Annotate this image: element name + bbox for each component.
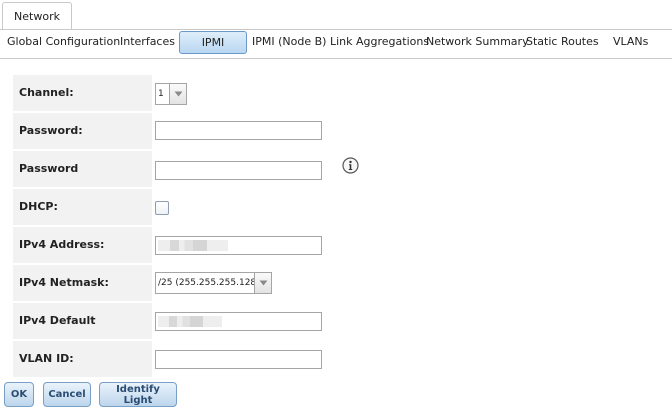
sub-tab-bar: Global Configuration Interfaces IPMI IPM… <box>0 30 672 59</box>
password-confirmation-label: Password confirmation: <box>13 151 152 211</box>
tab-label: Global Configuration <box>7 35 121 48</box>
tab-label: Network Summary <box>426 35 529 48</box>
dhcp-label: DHCP: <box>13 189 152 225</box>
channel-select[interactable]: 1 <box>155 83 187 105</box>
ipv4-address-input[interactable] <box>155 236 322 255</box>
tab-static-routes[interactable]: Static Routes <box>526 30 599 58</box>
redacted-value <box>158 316 222 327</box>
tab-global-configuration[interactable]: Global Configuration <box>7 30 120 58</box>
password-label: Password: <box>13 113 152 149</box>
channel-value: 1 <box>158 89 164 99</box>
ipv4-gateway-input[interactable] <box>155 312 322 331</box>
ipv4-gateway-label: IPv4 Default Gateway: <box>13 303 152 363</box>
ipv4-netmask-select[interactable]: /25 (255.255.255.128) <box>155 272 272 294</box>
password-confirmation-input[interactable] <box>155 161 322 180</box>
chevron-down-icon[interactable] <box>169 84 186 104</box>
ipv4-address-label: IPv4 Address: <box>13 227 152 263</box>
ipv4-netmask-row: IPv4 Netmask: /25 (255.255.255.128) <box>12 265 672 301</box>
ipv4-netmask-label: IPv4 Netmask: <box>13 265 152 301</box>
dhcp-row: DHCP: <box>12 189 672 225</box>
channel-label: Channel: <box>13 75 152 111</box>
vlan-id-input[interactable] <box>155 350 322 369</box>
tab-ipmi[interactable]: IPMI <box>179 31 247 54</box>
tab-network-summary[interactable]: Network Summary <box>426 30 529 58</box>
tab-label: VLANs <box>613 35 649 48</box>
tab-link-aggregations[interactable]: Link Aggregations <box>330 30 429 58</box>
tab-interfaces[interactable]: Interfaces <box>120 30 175 58</box>
tab-network-label: Network <box>14 9 60 23</box>
cancel-button[interactable]: Cancel <box>43 382 91 407</box>
tab-vlans[interactable]: VLANs <box>613 30 648 58</box>
top-tab-bar: Network <box>0 0 672 30</box>
vlan-id-label: VLAN ID: <box>13 341 152 377</box>
tab-label: IPMI (Node B) <box>252 35 327 48</box>
info-icon[interactable] <box>342 157 359 174</box>
password-row: Password: <box>12 113 672 149</box>
tab-ipmi-node-b[interactable]: IPMI (Node B) <box>252 30 326 58</box>
tab-label: Static Routes <box>526 35 599 48</box>
tab-network[interactable]: Network <box>2 2 72 29</box>
tab-label: IPMI <box>201 36 225 49</box>
tab-label: Interfaces <box>120 35 175 48</box>
chevron-down-icon[interactable] <box>254 273 271 293</box>
password-input[interactable] <box>155 121 322 140</box>
redacted-value <box>158 240 228 251</box>
ok-button[interactable]: OK <box>4 382 34 407</box>
ipv4-address-row: IPv4 Address: <box>12 227 672 263</box>
channel-row: Channel: 1 <box>12 75 672 111</box>
vlan-id-row: VLAN ID: <box>12 341 672 377</box>
ipv4-gateway-row: IPv4 Default Gateway: <box>12 303 672 363</box>
identify-light-button[interactable]: Identify Light <box>99 382 177 407</box>
dhcp-checkbox[interactable] <box>155 201 169 215</box>
ipv4-netmask-value: /25 (255.255.255.128) <box>158 278 260 288</box>
tab-label: Link Aggregations <box>330 35 430 48</box>
